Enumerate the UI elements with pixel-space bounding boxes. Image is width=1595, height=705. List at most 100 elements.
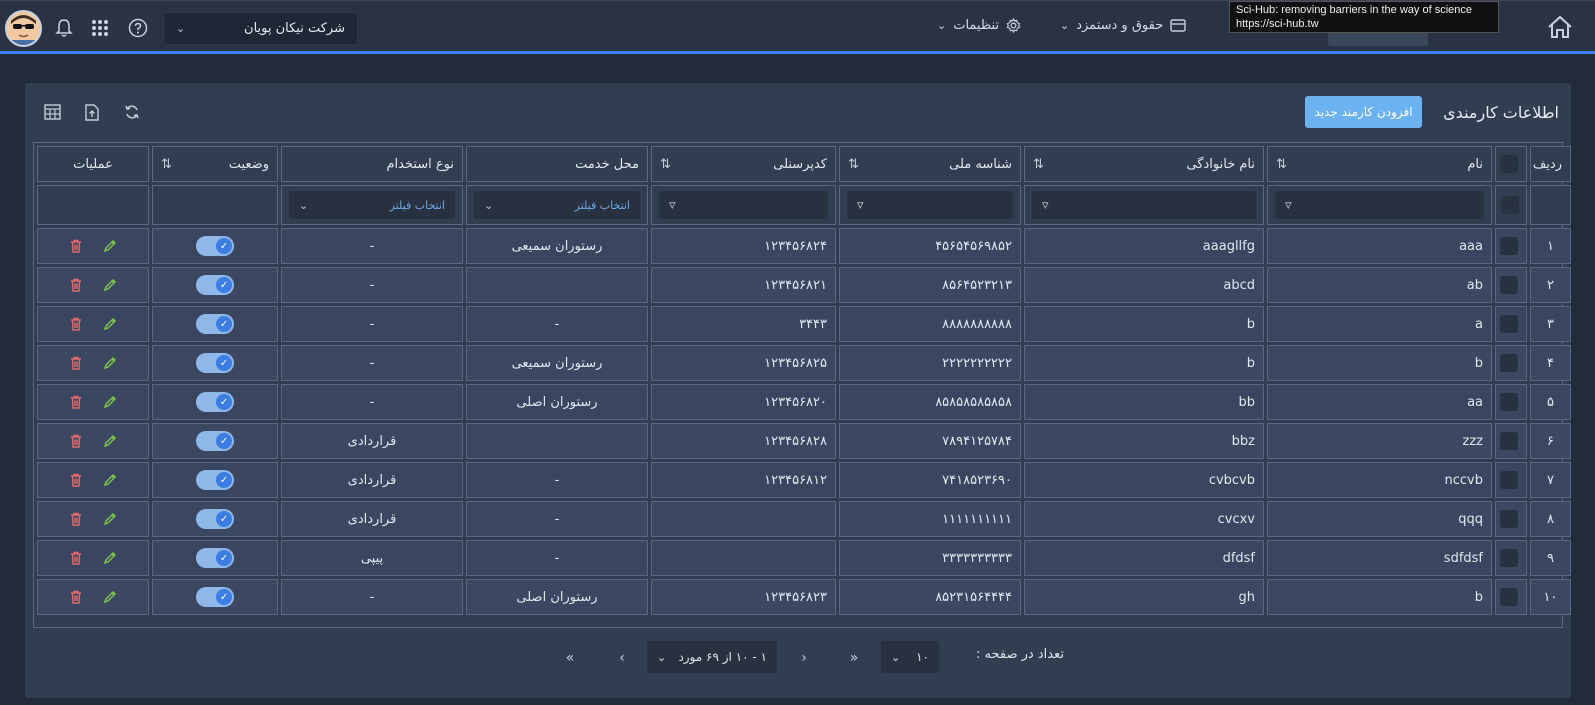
last-page-icon[interactable]: « (559, 647, 581, 669)
edit-icon[interactable] (102, 316, 118, 332)
delete-icon[interactable] (68, 238, 84, 254)
cell-employment-type: - (281, 384, 463, 420)
page-range-select[interactable]: ⌄ ۱ - ۱۰ از ۶۹ مورد (647, 641, 777, 673)
sort-icon[interactable]: ⇅ (161, 157, 172, 172)
cell-employment-type: - (281, 579, 463, 615)
delete-icon[interactable] (68, 394, 84, 410)
previous-page-icon[interactable]: › (793, 647, 815, 669)
cell-row-number: ۷ (1530, 462, 1571, 498)
nav-payroll[interactable]: حقوق و دستمزد ⌄ (1060, 18, 1186, 33)
select-all-checkbox[interactable] (1500, 155, 1518, 173)
national-id-filter-input[interactable]: ▿ (847, 191, 1013, 219)
sort-icon[interactable]: ⇅ (1276, 157, 1287, 172)
edit-icon[interactable] (102, 433, 118, 449)
delete-icon[interactable] (68, 433, 84, 449)
col-first-name-header[interactable]: نام ⇅ (1267, 146, 1492, 182)
edit-icon[interactable] (102, 394, 118, 410)
status-toggle[interactable]: ✓ (196, 275, 234, 295)
table-row: ۳ a b ۸۸۸۸۸۸۸۸۸۸ ۳۴۴۳- - ✓ (37, 306, 1571, 342)
export-file-icon[interactable] (81, 101, 103, 123)
edit-icon[interactable] (102, 238, 118, 254)
cell-service-place: رستوران اصلی (466, 384, 648, 420)
first-name-filter-input[interactable]: ▿ (1275, 191, 1484, 219)
row-checkbox[interactable] (1500, 237, 1518, 255)
col-last-name-header[interactable]: نام خانوادگی ⇅ (1024, 146, 1264, 182)
status-toggle[interactable]: ✓ (196, 509, 234, 529)
row-checkbox[interactable] (1500, 393, 1518, 411)
employment-type-filter-select[interactable]: انتخاب فیلتر ⌄ (289, 191, 455, 219)
check-icon: ✓ (216, 589, 232, 605)
next-page-icon[interactable]: ‹ (611, 647, 633, 669)
delete-icon[interactable] (68, 511, 84, 527)
cell-employment-type: پیپی (281, 540, 463, 576)
status-toggle[interactable]: ✓ (196, 314, 234, 334)
cell-personnel-code: ۱۲۳۴۵۶۸۲۴ (651, 228, 836, 264)
nav-settings[interactable]: تنظیمات ⌄ (937, 18, 1021, 33)
row-checkbox[interactable] (1500, 588, 1518, 606)
cell-national-id: ۴۵۶۵۴۵۶۹۸۵۲ (839, 228, 1021, 264)
apps-grid-icon[interactable] (87, 15, 113, 41)
help-icon[interactable] (125, 15, 151, 41)
cell-operations (37, 540, 149, 576)
table-row: ۹ sdfdsf dfdsf ۳۳۳۳۳۳۳۳۳۳ - پیپی ✓ (37, 540, 1571, 576)
per-page-select[interactable]: ⌄ ۱۰ (881, 641, 939, 673)
card-icon (1170, 19, 1186, 32)
delete-icon[interactable] (68, 550, 84, 566)
personnel-code-filter-input[interactable]: ▿ (659, 191, 828, 219)
status-toggle[interactable]: ✓ (196, 587, 234, 607)
cell-first-name: b (1267, 579, 1492, 615)
delete-icon[interactable] (68, 472, 84, 488)
status-toggle[interactable]: ✓ (196, 548, 234, 568)
delete-icon[interactable] (68, 589, 84, 605)
sort-icon[interactable]: ⇅ (1033, 157, 1044, 172)
edit-icon[interactable] (102, 589, 118, 605)
delete-icon[interactable] (68, 277, 84, 293)
edit-icon[interactable] (102, 472, 118, 488)
personnel-code-header-label: کدپرسنلی (773, 156, 827, 172)
col-status-header[interactable]: وضعیت ⇅ (152, 146, 278, 182)
row-checkbox[interactable] (1500, 315, 1518, 333)
col-personnel-code-header[interactable]: کدپرسنلی ⇅ (651, 146, 836, 182)
row-checkbox[interactable] (1500, 276, 1518, 294)
status-toggle[interactable]: ✓ (196, 431, 234, 451)
delete-icon[interactable] (68, 316, 84, 332)
employee-card: اطلاعات کارمندی افزودن کارمند جدید ردیف … (25, 83, 1571, 698)
filter-cell-checkbox (1495, 185, 1527, 225)
service-place-filter-select[interactable]: انتخاب فیلتر ⌄ (474, 191, 640, 219)
first-page-icon[interactable]: » (843, 647, 865, 669)
cell-employment-type: - (281, 345, 463, 381)
delete-icon[interactable] (68, 355, 84, 371)
excel-export-icon[interactable] (41, 101, 63, 123)
cell-personnel-code: ۱۲۳۴۵۶۸۲۳ (651, 579, 836, 615)
row-checkbox[interactable] (1500, 510, 1518, 528)
status-toggle[interactable]: ✓ (196, 470, 234, 490)
row-checkbox[interactable] (1500, 432, 1518, 450)
row-checkbox[interactable] (1500, 549, 1518, 567)
last-name-filter-input[interactable]: ▿ (1032, 191, 1256, 219)
nav-payroll-label: حقوق و دستمزد (1076, 18, 1164, 33)
status-toggle[interactable]: ✓ (196, 353, 234, 373)
cell-last-name: cvcxv (1024, 501, 1264, 537)
card-title: اطلاعات کارمندی (1443, 103, 1559, 122)
filter-checkbox[interactable] (1501, 196, 1519, 214)
cell-personnel-code: ۳۴۴۳ (651, 306, 836, 342)
bell-icon[interactable] (51, 15, 77, 41)
col-national-id-header[interactable]: شناسه ملی ⇅ (839, 146, 1021, 182)
edit-icon[interactable] (102, 277, 118, 293)
edit-icon[interactable] (102, 355, 118, 371)
user-avatar[interactable] (5, 10, 42, 47)
edit-icon[interactable] (102, 511, 118, 527)
refresh-icon[interactable] (121, 101, 143, 123)
home-icon[interactable] (1546, 13, 1576, 43)
edit-icon[interactable] (102, 550, 118, 566)
status-toggle[interactable]: ✓ (196, 236, 234, 256)
sort-icon[interactable]: ⇅ (660, 157, 671, 172)
col-employment-type-header: نوع استخدام (281, 146, 463, 182)
cell-first-name: sdfdsf (1267, 540, 1492, 576)
row-checkbox[interactable] (1500, 354, 1518, 372)
status-toggle[interactable]: ✓ (196, 392, 234, 412)
sort-icon[interactable]: ⇅ (848, 157, 859, 172)
add-employee-button[interactable]: افزودن کارمند جدید (1305, 96, 1422, 128)
company-select[interactable]: ⌄ شرکت نیکان پویان (163, 12, 358, 45)
row-checkbox[interactable] (1500, 471, 1518, 489)
